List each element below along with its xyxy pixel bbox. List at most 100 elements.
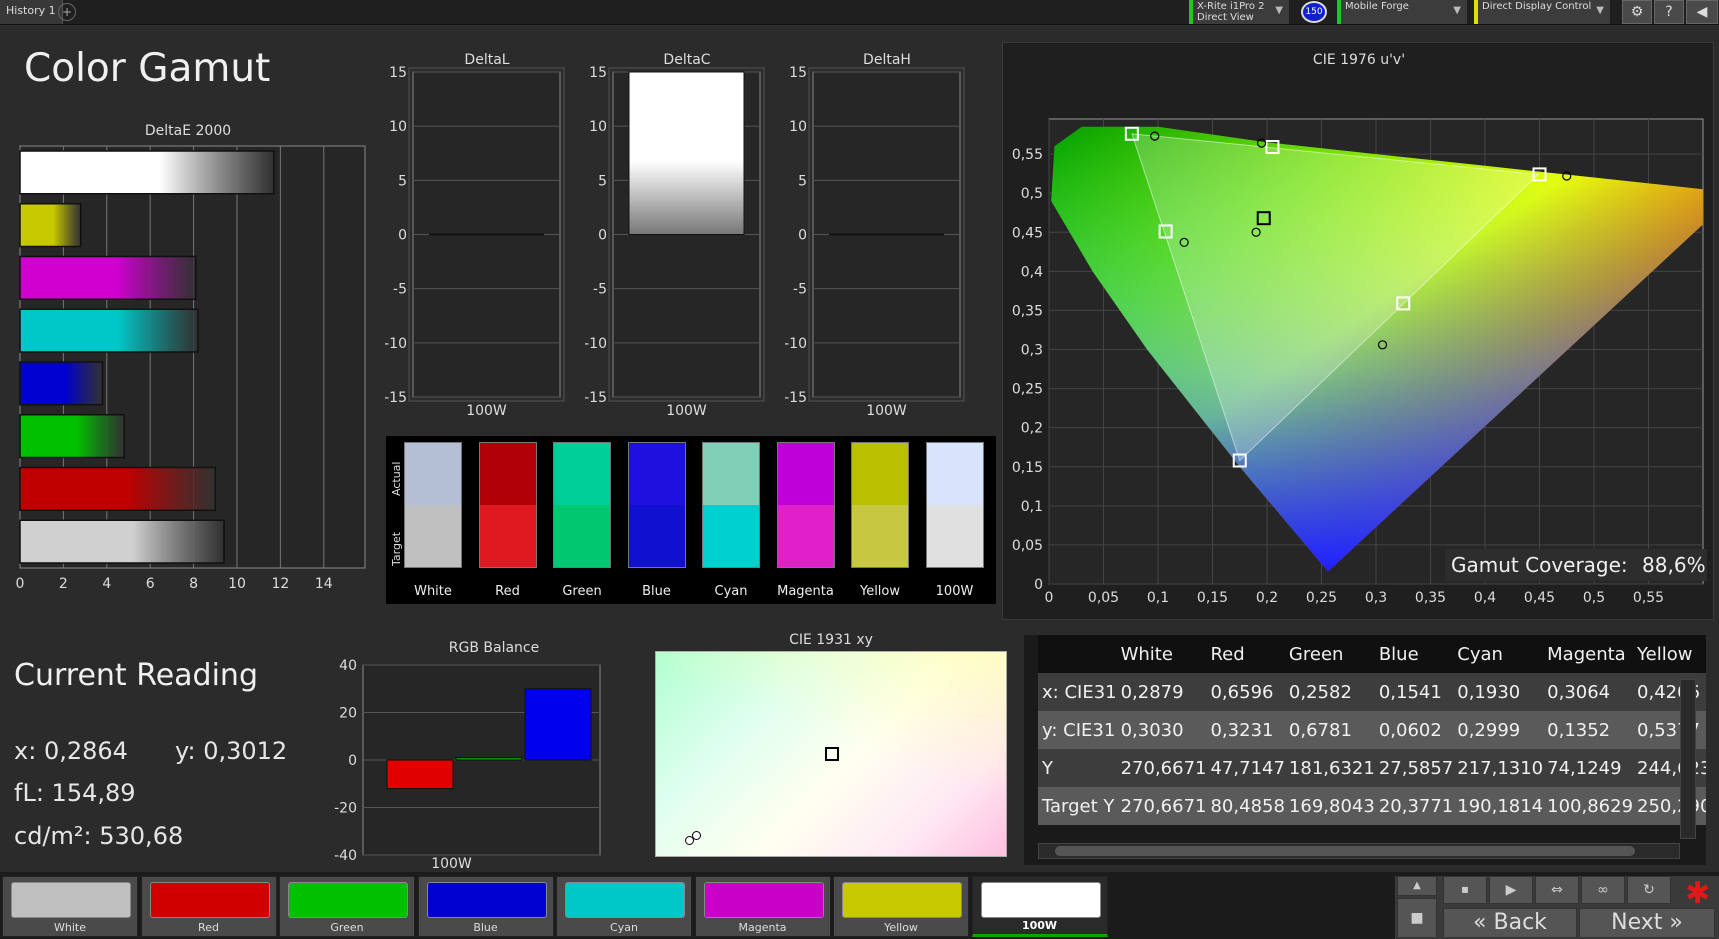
settings-button[interactable]: ⚙ — [1622, 0, 1652, 24]
cie1976-x-tick: 0,3 — [1365, 590, 1387, 606]
swatch-panel: Actual Target White Red Green Blue Cyan Magen… — [386, 436, 996, 604]
reading-cd-label: cd/m²: — [14, 822, 92, 850]
cie1976-y-tick: 0,5 — [1021, 186, 1043, 202]
stop-measure-button[interactable]: ⏹ — [1443, 876, 1487, 904]
delta-xlabel: 100W — [466, 403, 507, 419]
fit-icon: ⇔ — [1551, 882, 1563, 898]
patch-button-magenta[interactable]: Magenta — [694, 876, 831, 937]
cie1976-x-tick: 0,35 — [1415, 590, 1446, 606]
meter-selector[interactable]: X-Rite i1Pro 2 Direct View ▼ — [1189, 0, 1289, 24]
swatch-yellow — [851, 442, 909, 568]
scrollbar-thumb[interactable] — [1055, 846, 1635, 856]
swatch-target — [479, 505, 536, 567]
meter-name: X-Rite i1Pro 2 — [1197, 1, 1265, 12]
table-row[interactable]: Y 270,6671 47,7147 181,6321 27,5857 217,1310 7… — [1038, 749, 1706, 787]
column-header[interactable]: Green — [1284, 635, 1375, 673]
back-icon: « — [1473, 910, 1487, 935]
delta-tick-label: -15 — [785, 390, 807, 406]
collapse-button[interactable]: ◀ — [1686, 0, 1718, 24]
display-control-selector[interactable]: Direct Display Control ▼ — [1474, 0, 1610, 24]
column-header[interactable]: Red — [1206, 635, 1285, 673]
patch-label: White — [54, 921, 86, 934]
column-header[interactable]: Magenta — [1543, 635, 1634, 673]
table-row[interactable]: y: CIE31 0,3030 0,3231 0,6781 0,0602 0,2999 0,… — [1038, 711, 1706, 749]
next-button[interactable]: Next » — [1579, 908, 1715, 938]
patch-button-red[interactable]: Red — [140, 876, 277, 937]
tab-history-1[interactable]: History 1 — [0, 0, 63, 24]
display-control-name: Direct Display Control — [1482, 1, 1592, 12]
column-header[interactable]: White — [1116, 635, 1207, 673]
top-toolbar: History 1 + X-Rite i1Pro 2 Direct View ▼… — [0, 0, 1719, 25]
cie1976-x-tick: 0,45 — [1524, 590, 1555, 606]
table-grid: WhiteRedGreenBlueCyanMagentaYellow1x: CI… — [1038, 635, 1706, 825]
gamut-coverage-label: Gamut Coverage: — [1451, 553, 1628, 577]
vertical-scrollbar[interactable] — [1680, 679, 1696, 839]
add-tab-button[interactable]: + — [58, 3, 76, 21]
cie1976-panel: CIE 1976 u'v' 0 0,05 0,1 0,15 0,2 0,25 0,3 0,35… — [1002, 42, 1714, 620]
cie1976-x-tick: 0,15 — [1197, 590, 1228, 606]
reading-cd: cd/m²: 530,68 — [14, 822, 183, 850]
delta-bar — [628, 71, 745, 235]
table-cell: 169,8043 — [1288, 795, 1375, 817]
column-header[interactable]: Cyan — [1453, 635, 1544, 673]
pattern-generator-badge[interactable]: 150 — [1301, 1, 1327, 23]
deltae-bar-blue — [19, 361, 104, 406]
swatch-label: White — [414, 584, 452, 599]
rgb-tick-label: 20 — [339, 706, 357, 722]
swatch-blue — [627, 442, 686, 568]
loop-button[interactable]: ∞ — [1581, 876, 1625, 904]
column-header[interactable]: Yellow — [1633, 635, 1706, 673]
table-row[interactable]: x: CIE31 0,2879 0,6596 0,2582 0,1541 0,1930 0,… — [1038, 673, 1706, 711]
patch-swatch — [565, 882, 685, 918]
generator-selector[interactable]: Mobile Forge ▼ — [1337, 0, 1467, 24]
patch-button-yellow[interactable]: Yellow — [833, 876, 969, 937]
deltae-tick-label: 10 — [228, 576, 246, 592]
patch-label: 100W — [1021, 919, 1058, 932]
help-button[interactable]: ? — [1654, 0, 1684, 24]
column-header[interactable]: Blue — [1374, 635, 1454, 673]
stop-icon[interactable]: ■ — [1397, 898, 1437, 938]
table-cell: 80,4858 — [1210, 795, 1285, 817]
swatch-white — [404, 442, 462, 568]
cie1931-chart — [655, 651, 1007, 857]
reading-fl-label: fL: — [14, 779, 44, 807]
cie1976-x-tick: 0,25 — [1306, 590, 1337, 606]
patch-button-white[interactable]: White — [2, 876, 138, 937]
swatch-target — [777, 505, 834, 567]
table-cell: 0,1930 — [1457, 681, 1521, 703]
deltae-title: DeltaE 2000 — [144, 123, 232, 139]
patch-button-cyan[interactable]: Cyan — [556, 876, 692, 937]
back-button[interactable]: « Back — [1443, 908, 1577, 938]
swatch-label: 100W — [935, 584, 974, 599]
column-header[interactable] — [1038, 635, 1117, 673]
patch-swatch — [980, 882, 1101, 918]
cie1976-y-tick: 0,35 — [1012, 303, 1043, 319]
up-icon[interactable]: ▲ — [1397, 876, 1437, 896]
cie1976-y-tick: 0,25 — [1012, 382, 1043, 398]
patch-swatch — [426, 882, 547, 918]
measurement-table[interactable]: WhiteRedGreenBlueCyanMagentaYellow1x: CI… — [1024, 635, 1706, 865]
fit-button[interactable]: ⇔ — [1535, 876, 1579, 904]
swatch-target — [405, 505, 461, 567]
horizontal-scrollbar[interactable] — [1038, 843, 1680, 859]
table-row[interactable]: Target Y 270,6671 80,4858 169,8043 20,3771 19… — [1038, 787, 1706, 825]
deltae-tick-label: 0 — [16, 576, 25, 592]
cie1976-y-tick: 0,1 — [1021, 499, 1043, 515]
delta-tick-label: -15 — [385, 390, 407, 406]
asterisk-icon[interactable]: ✱ — [1685, 876, 1710, 911]
patch-button-green[interactable]: Green — [279, 876, 415, 937]
table-cell: 0,1541 — [1378, 681, 1442, 703]
cie1976-y-tick: 0,05 — [1012, 538, 1043, 554]
cie1976-x-tick: 0,4 — [1474, 590, 1496, 606]
play-button[interactable]: ▶ — [1489, 876, 1533, 904]
swatch-actual — [703, 443, 759, 505]
cie1976-y-tick: 0,15 — [1012, 460, 1043, 476]
reading-fl: fL: 154,89 — [14, 779, 136, 807]
refresh-button[interactable]: ↻ — [1627, 876, 1671, 904]
patch-button-100w[interactable]: 100W — [971, 876, 1108, 937]
cie1976-x-tick: 0,5 — [1583, 590, 1605, 606]
swatch-magenta — [776, 442, 835, 568]
delta-xlabel: 100W — [666, 403, 707, 419]
delta-tick-label: 10 — [789, 119, 807, 135]
patch-button-blue[interactable]: Blue — [417, 876, 554, 937]
